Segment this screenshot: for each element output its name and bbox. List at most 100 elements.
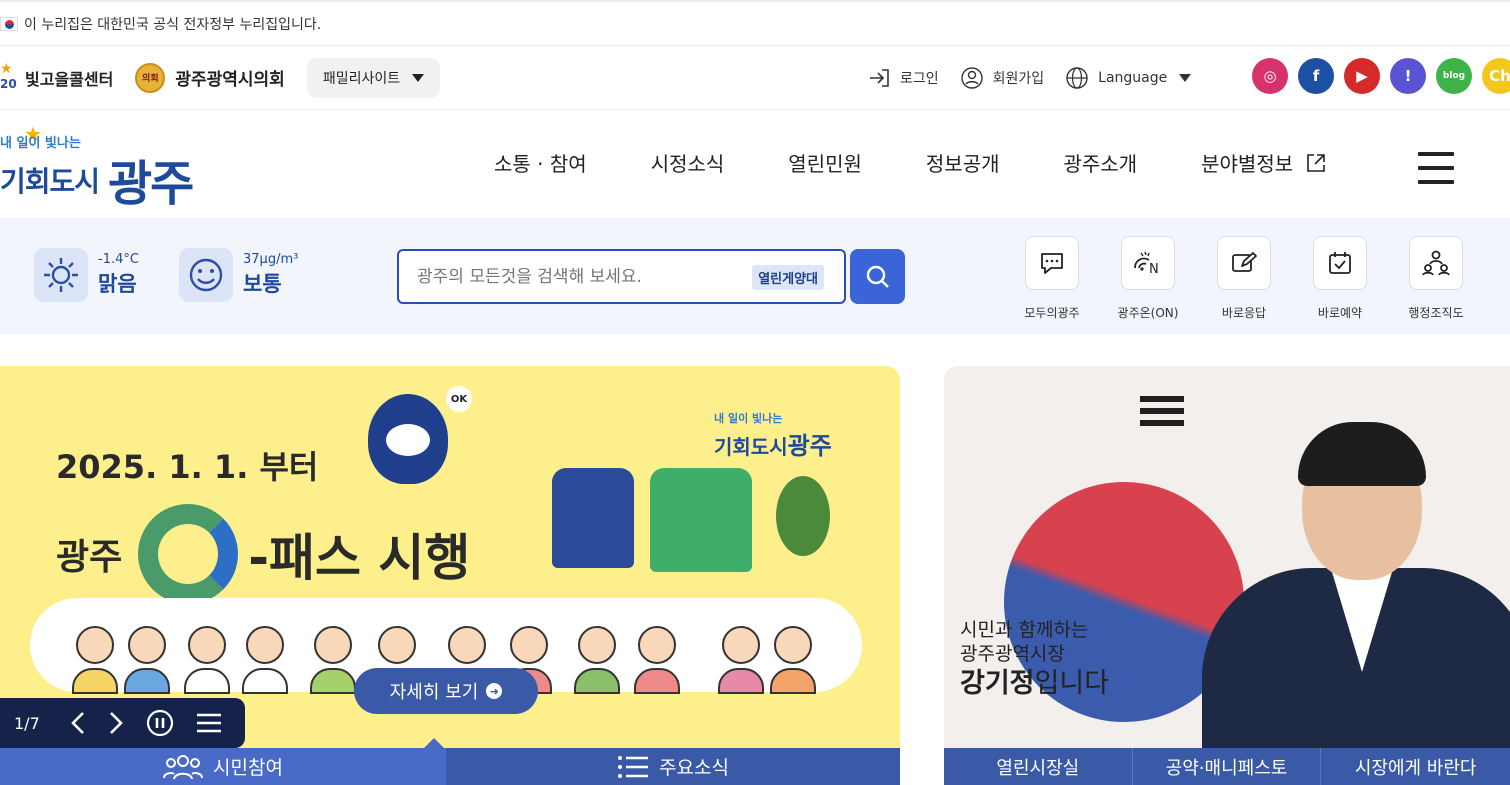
mayor-name: 강기정 [960,668,1035,699]
quick-link-reservation[interactable]: 바로예약 [1310,236,1370,321]
slide-controls: 1/7 [0,698,245,748]
main-banner[interactable]: 2025. 1. 1. 부터 광주 -패스 시행 OK 내 일이 빛나는 기회도… [0,366,900,785]
nav-item-communication[interactable]: 소통 · 참여 [494,148,587,177]
quick-link-modu[interactable]: 모두의광주 [1022,236,1082,321]
quick-link-quick-answer[interactable]: 바로응답 [1214,236,1274,321]
mayor-photo [1182,422,1510,768]
dust-text: 37μg/m³ 보통 [243,252,298,298]
quick-link-label: 광주온(ON) [1117,306,1179,320]
globe-icon [1066,67,1088,89]
write-icon [1217,236,1271,290]
banner-detail-button[interactable]: 자세히 보기 ➜ [354,668,538,714]
mayor-line1: 시민과 함께하는 [960,619,1089,641]
quick-link-label: 바로예약 [1317,306,1363,320]
mayor-panel[interactable]: 시민과 함께하는 광주광역시장 강기정입니다 열린시장실 공약·매니페스토 시장… [944,366,1510,785]
tab-main-news[interactable]: 주요소식 [446,748,900,785]
tab-indicator [424,738,444,748]
callcenter-mark-icon [0,61,22,93]
nav-item-city-news[interactable]: 시정소식 [651,148,725,177]
weather-widget: -1.4°C 맑음 [34,248,139,302]
mayor-suffix: 입니다 [1034,668,1110,699]
quick-link-label: 모두의광주 [1024,306,1080,320]
chevron-right-icon [109,712,123,734]
menu-line [1418,152,1454,156]
nav-item-civil-service[interactable]: 열린민원 [788,148,862,177]
pause-slide-button[interactable] [146,709,174,737]
tab-open-mayor-office[interactable]: 열린시장실 [944,748,1133,785]
quick-link-label: 행정조직도 [1408,306,1464,320]
ok-bubble: OK [446,386,472,412]
mayor-hair [1298,422,1426,486]
council-label: 광주광역시의회 [175,70,285,90]
kakao-channel-icon[interactable]: Ch [1482,58,1510,94]
person-illustration [718,626,764,698]
language-select[interactable]: Language [1066,67,1192,89]
login-icon [870,69,889,87]
smile-icon [179,248,233,302]
nav-item-info-disclosure[interactable]: 정보공개 [926,148,1000,177]
council-logo[interactable]: 의회 광주광역시의회 [135,62,285,93]
person-illustration [242,626,288,698]
person-illustration [634,626,680,698]
quick-link-org-chart[interactable]: 행정조직도 [1406,236,1466,321]
site-logo[interactable]: ★ 내 일이 빛나는 기회도시 광주 [0,122,210,212]
login-label: 로그인 [900,71,939,87]
list-icon [196,713,221,733]
list-icon [618,755,649,778]
family-site-label: 패밀리사이트 [322,70,401,87]
logo-subtitle: 기회도시 [0,165,100,198]
person-illustration [184,626,230,698]
blog-icon[interactable]: blog [1436,58,1472,94]
banner-city-slogan: 내 일이 빛나는 [714,412,783,425]
arrow-right-icon: ➜ [486,683,503,699]
user-icon [960,67,983,89]
mayor-tabs: 열린시장실 공약·매니페스토 시장에게 바란다 [944,748,1510,785]
nav-item-about-gwangju[interactable]: 광주소개 [1064,148,1138,177]
signup-link[interactable]: 회원가입 [960,67,1044,89]
menu-line [1418,166,1454,170]
all-menu-button[interactable] [1418,152,1454,184]
org-chart-icon [1409,236,1463,290]
prev-slide-button[interactable] [70,710,86,736]
family-site-button[interactable]: 패밀리사이트 [306,57,441,98]
mayor-line3: 강기정입니다 [960,666,1109,702]
signal-on-icon: N [1121,236,1175,290]
main-nav: 소통 · 참여 시정소식 열린민원 정보공개 광주소개 분야별정보 [494,148,1391,177]
channel-icon[interactable]: ! [1390,58,1426,94]
g-pass-logo-icon [138,504,239,604]
sns-links: ◎ f ▶! blog Ch [1252,58,1510,94]
login-link[interactable]: 로그인 [868,68,939,88]
slide-list-button[interactable] [196,712,222,734]
next-slide-button[interactable] [108,710,124,736]
logo-slogan: 내 일이 빛나는 [0,136,81,151]
slide-counter: 1/7 [14,713,40,733]
tab-label: 시민참여 [213,757,283,779]
temperature: -1.4°C [98,252,139,267]
caret-down-icon [412,73,425,82]
search-button[interactable] [850,249,905,304]
tab-request-to-mayor[interactable]: 시장에게 바란다 [1321,748,1510,785]
banner-title: 광주 -패스 시행 [56,504,470,604]
youtube-icon[interactable]: ▶ [1344,58,1380,94]
instagram-icon[interactable]: ◎ [1252,58,1288,94]
nav-item-field-info[interactable]: 분야별정보 [1201,148,1327,177]
tab-pledges-manifesto[interactable]: 공약·매니페스토 [1133,748,1322,785]
banner-city-logo: 내 일이 빛나는 기회도시광주 [714,410,832,461]
tab-label: 주요소식 [659,757,729,779]
calendar-check-icon [1313,236,1367,290]
mascot-illustration [368,394,448,484]
banner-detail-label: 자세히 보기 [389,682,479,703]
subway-illustration [552,468,634,568]
search-input[interactable] [417,266,737,287]
language-label: Language [1098,70,1168,86]
open-flag-tag[interactable]: 열린게양대 [752,265,824,290]
tab-citizen-participation[interactable]: 시민참여 [0,748,446,785]
banner-tabs: 시민참여 주요소식 [0,748,900,785]
external-link-icon [1307,153,1325,172]
callcenter-logo[interactable]: 빛고을콜센터 [0,58,113,98]
banner-city-sub: 기회도시 [714,435,788,459]
facebook-icon[interactable]: f [1298,58,1334,94]
sun-icon [34,248,88,302]
person-illustration [574,626,620,698]
quick-link-gwangju-on[interactable]: N 광주온(ON) [1118,236,1178,321]
